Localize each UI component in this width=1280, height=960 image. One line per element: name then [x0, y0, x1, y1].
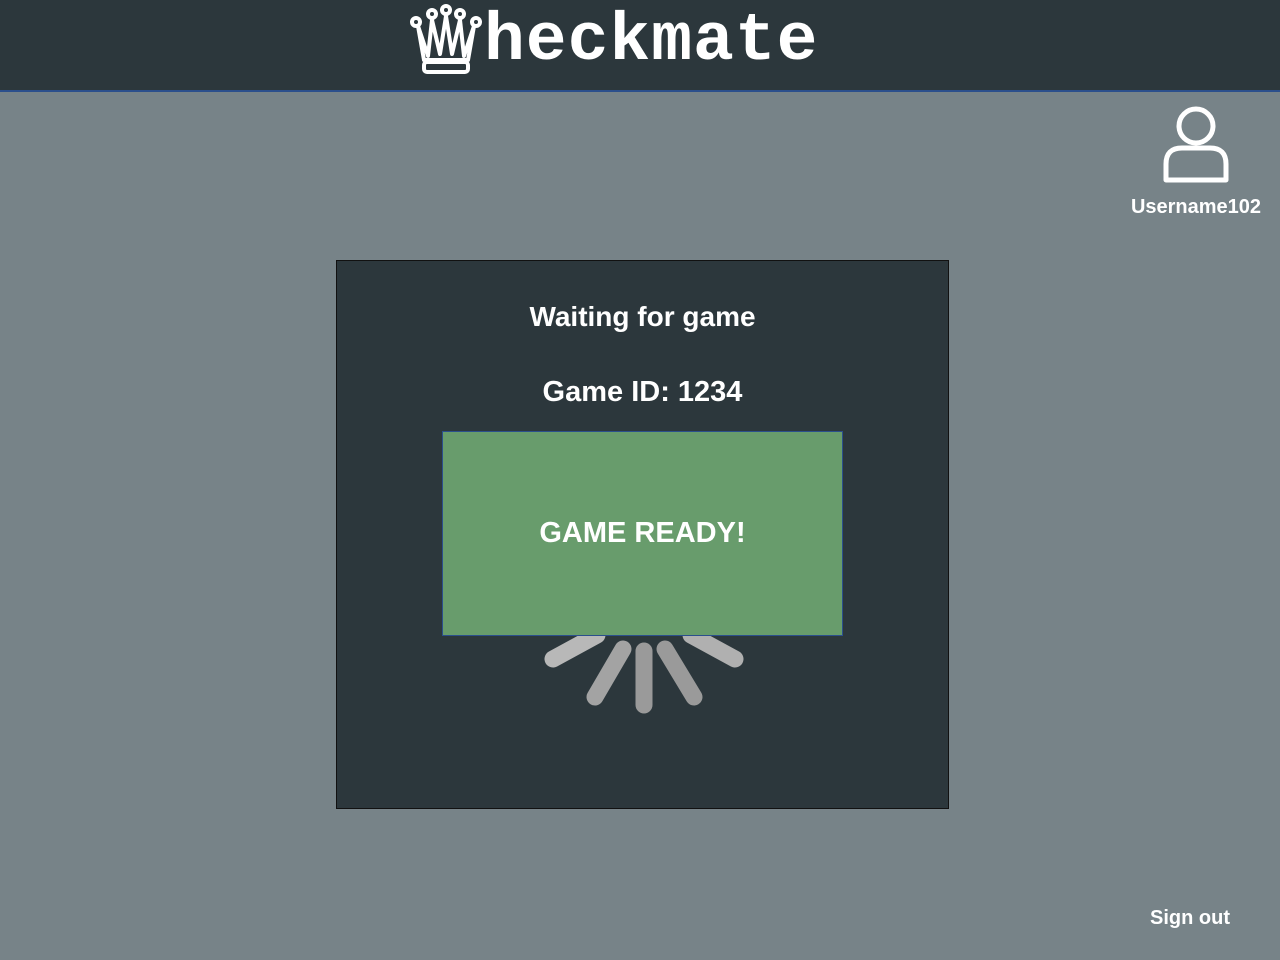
loading-spinner-icon [544, 626, 744, 714]
username-label: Username102 [1130, 196, 1262, 218]
sign-out-link[interactable]: Sign out [1150, 907, 1230, 930]
user-avatar-icon[interactable] [1160, 104, 1232, 186]
logo-text: heckmate [484, 3, 819, 80]
top-bar: heckmate [0, 0, 1280, 92]
app-logo[interactable]: heckmate [408, 2, 818, 82]
game-ready-button[interactable]: GAME READY! [442, 431, 843, 636]
game-id-label: Game ID: 1234 [542, 376, 743, 408]
panel-title: Waiting for game [529, 301, 756, 332]
waiting-panel: Waiting for game Game ID: 1234 GAME READ… [336, 260, 949, 809]
queen-crown-icon [410, 4, 482, 74]
user-profile[interactable]: Username102 [1120, 104, 1272, 219]
